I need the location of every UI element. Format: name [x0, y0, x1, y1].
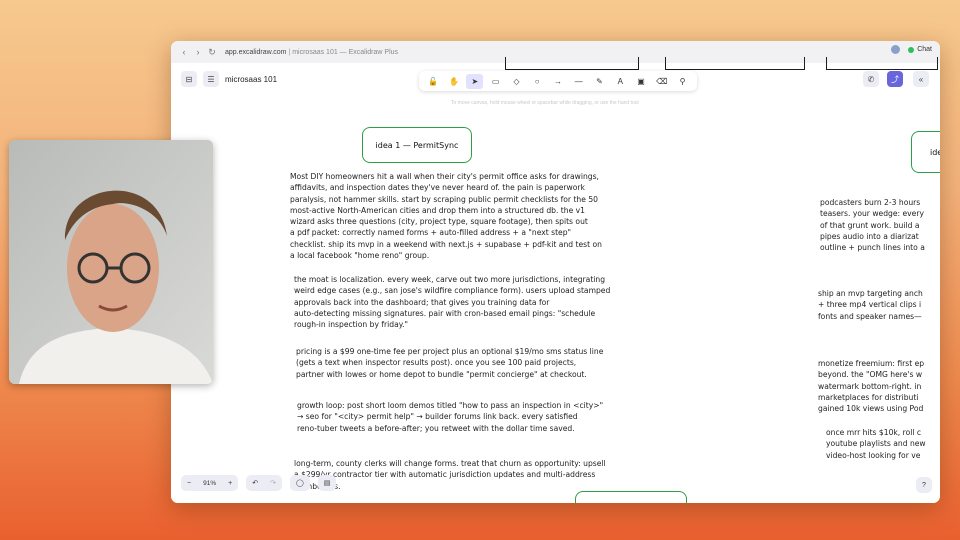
note-paragraph-5[interactable]: long-term, county clerks will change for… — [294, 458, 606, 492]
note-paragraph-3[interactable]: pricing is a $99 one-time fee per projec… — [296, 346, 603, 380]
lock-tool-icon[interactable]: 🔓 — [425, 74, 442, 89]
right-note-4[interactable]: once mrr hits $10k, roll c youtube playl… — [826, 427, 926, 461]
text-tool-icon[interactable]: A — [612, 74, 629, 89]
image-tool-icon[interactable]: ▣ — [633, 74, 650, 89]
frame-edge-1 — [505, 57, 639, 70]
draw-tool-icon[interactable]: ✎ — [591, 74, 608, 89]
url-domain: app.excalidraw.com — [225, 48, 287, 56]
collapse-panel-icon[interactable]: « — [913, 71, 929, 87]
idea2-title[interactable]: ide — [911, 131, 940, 173]
profile-avatar[interactable] — [891, 45, 901, 54]
undo-icon[interactable]: ↶ — [246, 479, 264, 487]
main-menu-icon[interactable]: ☰ — [203, 71, 219, 87]
right-note-2[interactable]: ship an mvp targeting anch + three mp4 v… — [818, 288, 923, 322]
arrow-tool-icon[interactable]: → — [549, 74, 566, 89]
hand-tool-icon[interactable]: ✋ — [446, 74, 463, 89]
chat-label: Chat — [917, 46, 932, 53]
eraser-tool-icon[interactable]: ⌫ — [653, 74, 670, 89]
forward-icon[interactable]: › — [191, 47, 205, 57]
next-idea-box-edge[interactable] — [575, 491, 687, 503]
chat-icon — [908, 46, 915, 53]
help-icon[interactable]: ? — [916, 477, 932, 493]
idea-title[interactable]: idea 1 — PermitSync — [362, 127, 472, 163]
note-paragraph-1[interactable]: Most DIY homeowners hit a wall when thei… — [290, 171, 602, 261]
canvas-hint: To move canvas, hold mouse wheel or spac… — [451, 100, 639, 106]
history-controls: ↶ ↷ — [246, 475, 282, 491]
browser-window: ‹ › ↻ app.excalidraw.com | microsaas 101… — [171, 41, 940, 503]
phone-icon[interactable]: ✆ — [863, 71, 879, 87]
ellipse-tool-icon[interactable]: ○ — [529, 74, 546, 89]
diamond-tool-icon[interactable]: ◇ — [508, 74, 525, 89]
frame-edge-2 — [665, 57, 805, 70]
right-note-1[interactable]: podcasters burn 2-3 hours teasers. your … — [820, 197, 925, 253]
webcam-overlay — [9, 140, 213, 384]
share-icon[interactable]: ⤴ — [887, 71, 903, 87]
back-icon[interactable]: ‹ — [177, 47, 191, 57]
line-tool-icon[interactable]: — — [570, 74, 587, 89]
bottom-controls: − 91% + ↶ ↷ ◯ ▤ — [181, 475, 337, 491]
reload-icon[interactable]: ↻ — [205, 47, 219, 58]
zoom-in-button[interactable]: + — [222, 480, 238, 487]
right-note-3[interactable]: monetize freemium: first ep beyond. the … — [818, 358, 924, 414]
zoom-out-button[interactable]: − — [181, 480, 197, 487]
selection-tool-icon[interactable]: ➤ — [466, 73, 484, 89]
shape-toolbar: 🔓 ✋ ➤ ▭ ◇ ○ → — ✎ A ▣ ⌫ ⚲ — [419, 71, 697, 91]
excalidraw-canvas[interactable]: ⊟ ☰ microsaas 101 🔓 ✋ ➤ ▭ ◇ ○ → — ✎ A ▣ ⌫ ⚲ To move … — [171, 57, 940, 503]
sidebar-toggle-icon[interactable]: ⊟ — [181, 71, 197, 87]
url-path: microsaas 101 — Excalidraw Plus — [292, 48, 399, 56]
file-name: microsaas 101 — [225, 75, 278, 84]
note-paragraph-2[interactable]: the moat is localization. every week, ca… — [294, 274, 610, 330]
feedback-icon[interactable]: ▤ — [317, 475, 337, 491]
redo-icon[interactable]: ↷ — [264, 479, 282, 487]
chat-button[interactable]: Chat — [908, 46, 932, 53]
note-paragraph-4[interactable]: growth loop: post short loom demos title… — [297, 400, 603, 434]
frame-edge-3 — [826, 57, 938, 70]
zoom-controls: − 91% + — [181, 475, 239, 491]
comment-icon[interactable]: ◯ — [289, 475, 310, 491]
rectangle-tool-icon[interactable]: ▭ — [487, 74, 504, 89]
address-bar[interactable]: app.excalidraw.com | microsaas 101 — Exc… — [225, 49, 398, 56]
more-tools-tool-icon[interactable]: ⚲ — [674, 74, 691, 89]
zoom-level[interactable]: 91% — [197, 480, 222, 487]
presenter-video — [9, 140, 213, 384]
